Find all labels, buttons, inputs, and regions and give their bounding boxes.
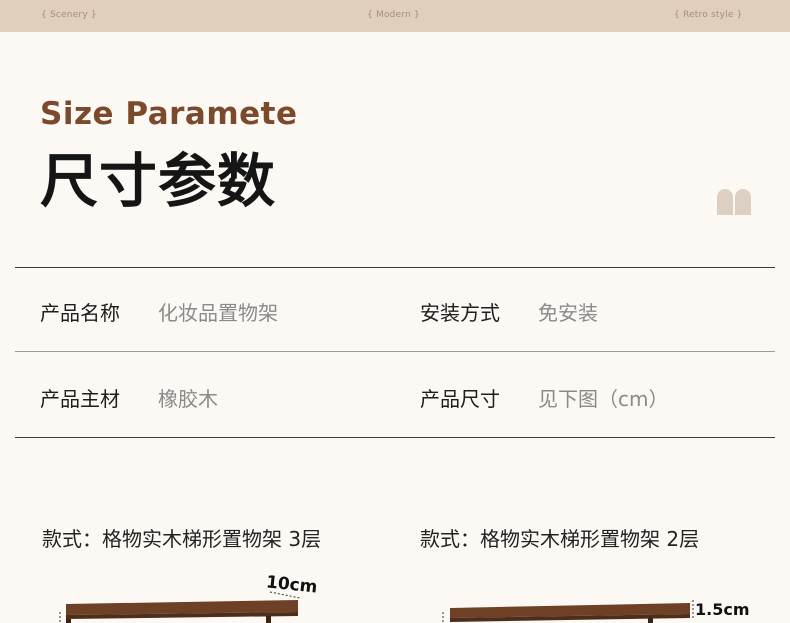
spec-label-product-name: 产品名称 xyxy=(40,301,120,325)
divider-middle xyxy=(15,351,775,352)
shelf-3-tier-image xyxy=(59,591,301,623)
nav-item-modern[interactable]: { Modern } xyxy=(367,10,420,20)
spec-label-material: 产品主材 xyxy=(40,387,120,411)
shelf-illustrations xyxy=(59,591,694,623)
spec-value-product-name: 化妆品置物架 xyxy=(158,301,278,325)
nav-item-scenery[interactable]: { Scenery } xyxy=(41,10,97,20)
dimension-label-1-5cm: 1.5cm xyxy=(695,600,750,619)
style-label-2-tier: 款式：格物实木梯形置物架 2层 xyxy=(420,527,700,551)
section-title-en: Size Paramete xyxy=(40,96,298,132)
quote-mark-icon xyxy=(717,189,751,215)
divider-bottom xyxy=(15,437,775,438)
section-title-cn: 尺寸参数 xyxy=(40,147,277,215)
spec-label-size: 产品尺寸 xyxy=(420,387,500,411)
top-nav-bar: { Scenery } { Modern } { Retro style } xyxy=(0,0,790,32)
nav-item-retro-style[interactable]: { Retro style } xyxy=(674,10,743,20)
spec-value-install-method: 免安装 xyxy=(538,301,598,325)
spec-value-size: 见下图（cm） xyxy=(538,387,669,411)
spec-value-material: 橡胶木 xyxy=(158,387,218,411)
divider-top xyxy=(15,267,775,268)
style-label-3-tier: 款式：格物实木梯形置物架 3层 xyxy=(42,527,322,551)
spec-label-install-method: 安装方式 xyxy=(420,301,500,325)
shelf-2-tier-image xyxy=(442,600,694,623)
